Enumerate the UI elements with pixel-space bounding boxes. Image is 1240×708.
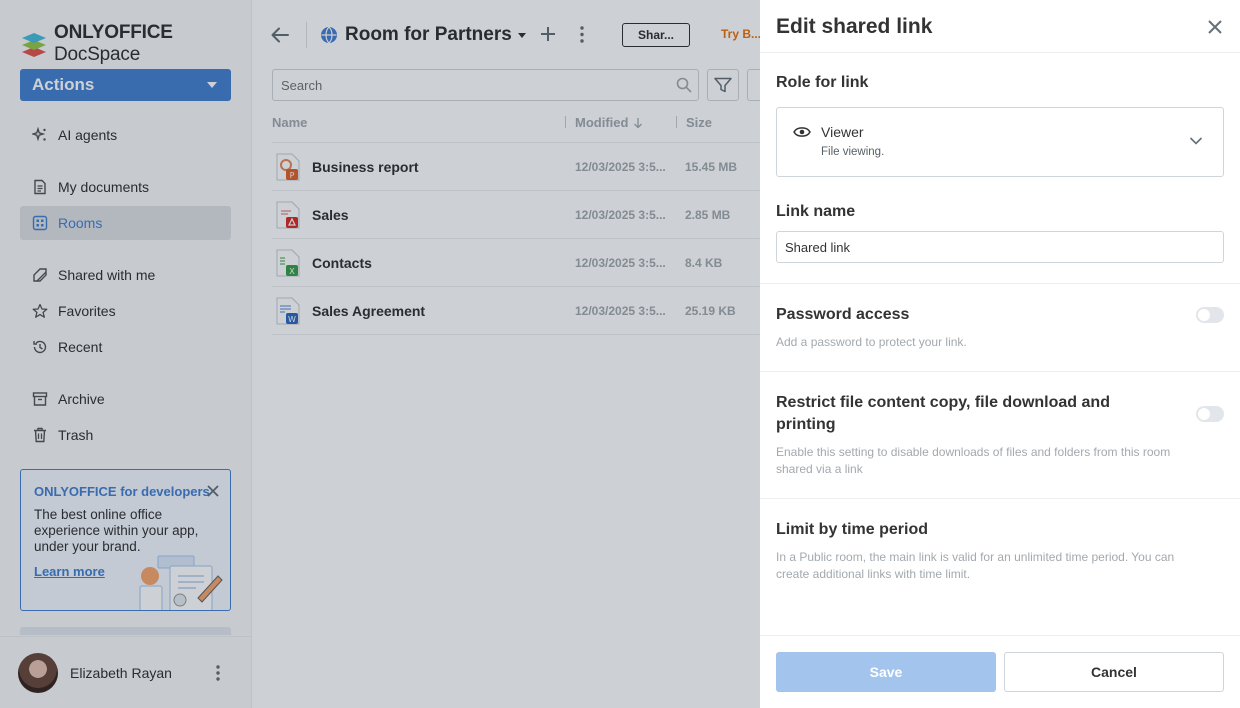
edit-shared-link-panel: Edit shared link Role for link Viewer Fi… — [760, 0, 1240, 708]
role-description: File viewing. — [821, 146, 885, 158]
role-title: Viewer — [821, 124, 864, 140]
divider — [760, 371, 1240, 372]
limit-description: In a Public room, the main link is valid… — [776, 550, 1175, 581]
divider — [760, 635, 1240, 636]
link-name-input[interactable] — [776, 231, 1224, 263]
save-button[interactable]: Save — [776, 652, 996, 692]
divider — [760, 498, 1240, 499]
limit-label: Limit by time period — [776, 521, 929, 538]
divider — [760, 283, 1240, 284]
panel-title: Edit shared link — [776, 15, 933, 38]
eye-icon — [793, 127, 811, 137]
link-name-label: Link name — [776, 203, 856, 220]
close-icon[interactable] — [1207, 19, 1223, 35]
password-description: Add a password to protect your link. — [776, 335, 967, 349]
password-label: Password access — [776, 306, 910, 323]
divider — [760, 52, 1240, 53]
restrict-toggle[interactable] — [1196, 406, 1224, 422]
cancel-button[interactable]: Cancel — [1004, 652, 1224, 692]
modal-backdrop[interactable] — [0, 0, 760, 708]
role-select[interactable]: Viewer File viewing. — [776, 107, 1224, 177]
role-label: Role for link — [776, 74, 869, 91]
password-toggle[interactable] — [1196, 307, 1224, 323]
restrict-label: Restrict file content copy, file downloa… — [776, 394, 1110, 433]
chevron-down-icon — [1189, 137, 1203, 145]
restrict-description: Enable this setting to disable downloads… — [776, 445, 1171, 476]
